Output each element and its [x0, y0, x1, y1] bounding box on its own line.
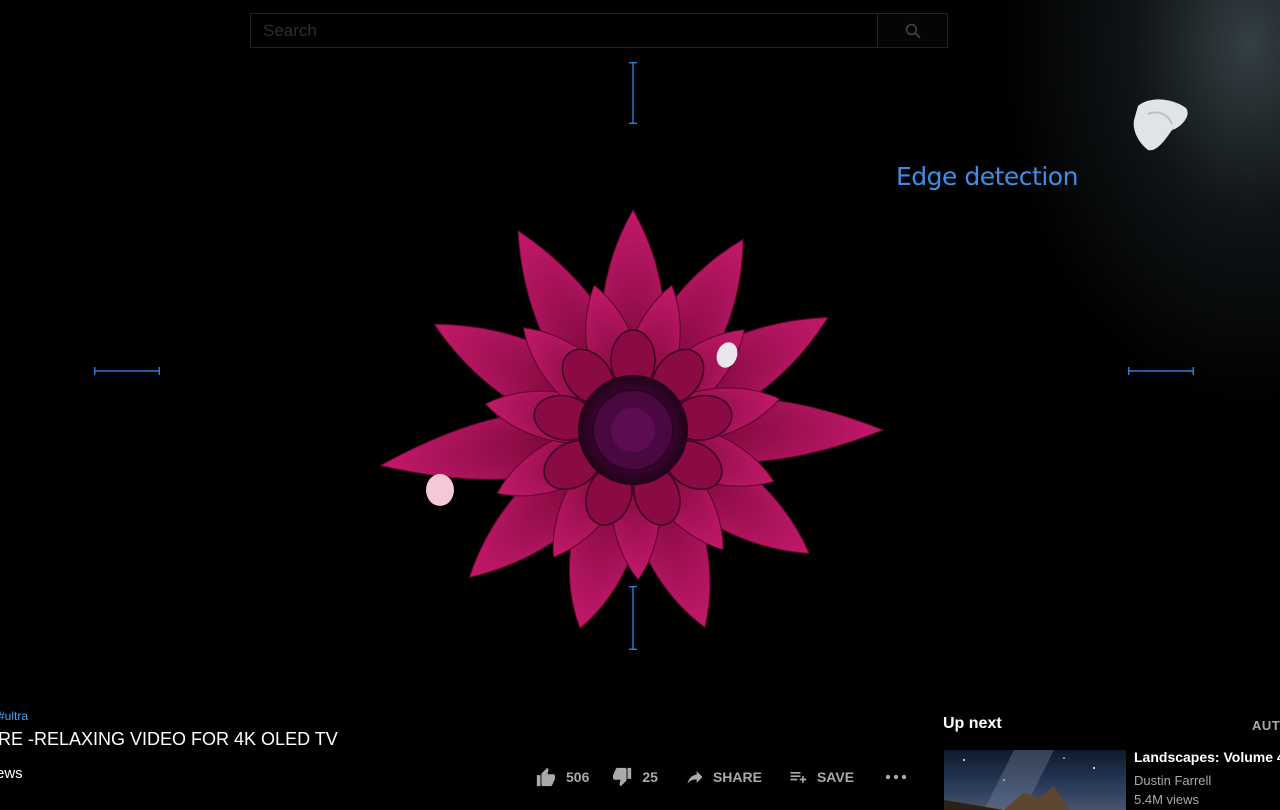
autoplay-label: AUTOPLAY [1252, 718, 1280, 733]
search-icon [905, 23, 920, 38]
edge-marker-right [1128, 367, 1194, 375]
dahlia-flower-image [379, 208, 885, 629]
share-icon [687, 771, 703, 784]
dislike-count: 25 [642, 769, 658, 785]
recommendation-title[interactable]: Landscapes: Volume 4K [1134, 749, 1280, 765]
save-button[interactable]: SAVE [787, 767, 854, 787]
edge-detection-label: Edge detection [896, 162, 1078, 191]
up-next-heading: Up next [943, 715, 1002, 732]
more-actions-button[interactable] [884, 767, 908, 787]
dislike-button[interactable]: 25 [610, 766, 658, 788]
playlist-add-icon [790, 772, 807, 783]
search-input[interactable] [251, 14, 877, 47]
video-player[interactable]: Edge detection [0, 62, 1194, 682]
edge-marker-top [629, 62, 637, 124]
search-button[interactable] [877, 14, 947, 47]
search-bar [250, 13, 948, 48]
white-petal-image [1133, 99, 1188, 151]
save-label: SAVE [816, 769, 855, 785]
thumbs-down-icon [613, 767, 632, 787]
recommendation-thumbnail[interactable] [944, 750, 1126, 810]
share-button[interactable]: SHARE [684, 767, 762, 787]
video-hashtags[interactable]: #ultra [0, 709, 28, 723]
video-title: RE -RELAXING VIDEO FOR 4K OLED TV [0, 729, 338, 749]
edge-marker-left [94, 367, 160, 375]
more-horizontal-icon [885, 774, 907, 780]
night-sky-landscape-image [944, 750, 1126, 810]
share-label: SHARE [712, 769, 762, 785]
video-actions: 506 25 SHARE SAVE [534, 764, 908, 790]
like-count: 506 [566, 769, 590, 785]
thumbs-up-icon [536, 767, 556, 787]
view-count: ews [0, 765, 23, 782]
recommendation-channel[interactable]: Dustin Farrell [1134, 773, 1211, 788]
like-button[interactable]: 506 [534, 766, 589, 788]
